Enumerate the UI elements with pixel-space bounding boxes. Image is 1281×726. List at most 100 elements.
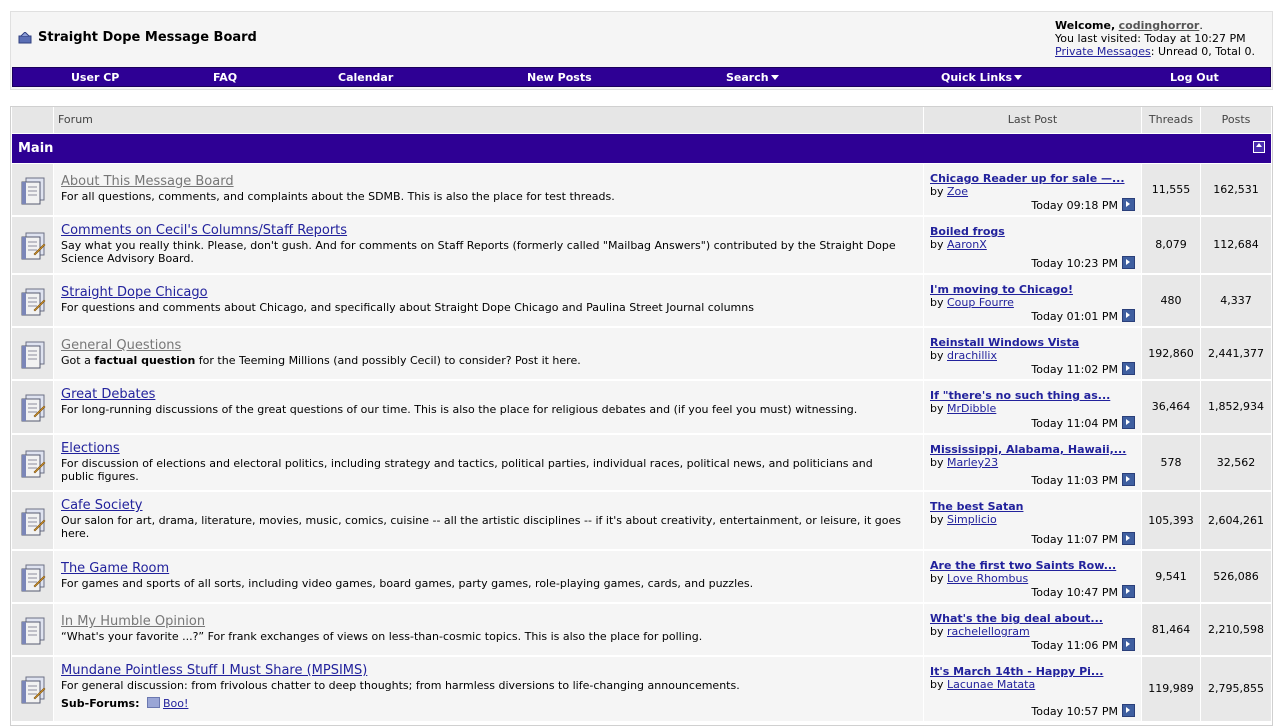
subforum-link[interactable]: Boo! <box>163 697 188 710</box>
nav-user-cp[interactable]: User CP <box>71 71 119 84</box>
nav-calendar[interactable]: Calendar <box>338 71 393 84</box>
nav-search[interactable]: Search <box>726 71 779 84</box>
last-post-title-link[interactable]: Mississippi, Alabama, Hawaii,... <box>930 443 1126 456</box>
last-post-title-link[interactable]: I'm moving to Chicago! <box>930 283 1073 296</box>
last-post-title-link[interactable]: Reinstall Windows Vista <box>930 336 1079 349</box>
by-label: by <box>930 625 944 638</box>
go-to-last-post-icon[interactable] <box>1122 585 1135 598</box>
go-to-last-post-icon[interactable] <box>1122 638 1135 651</box>
forum-row: General Questions Got a factual question… <box>12 328 1271 381</box>
go-to-last-post-icon[interactable] <box>1122 532 1135 545</box>
forum-title-link[interactable]: In My Humble Opinion <box>61 614 205 629</box>
category-bar: Main <box>12 134 1271 163</box>
forum-title-link[interactable]: About This Message Board <box>61 174 234 189</box>
last-post-time-text: Today 10:23 PM <box>1031 257 1118 270</box>
chevron-down-icon <box>770 75 779 80</box>
last-post-author-link[interactable]: Simplicio <box>947 513 997 526</box>
go-to-last-post-icon[interactable] <box>1122 473 1135 486</box>
forum-row: About This Message Board For all questio… <box>12 164 1271 217</box>
threads-cell: 105,393 <box>1142 492 1201 549</box>
nav-new-posts[interactable]: New Posts <box>527 71 592 84</box>
go-to-last-post-icon[interactable] <box>1122 416 1135 429</box>
last-post-author-link[interactable]: Coup Fourre <box>947 296 1014 309</box>
last-post-author-link[interactable]: Lacunae Matata <box>947 678 1035 691</box>
last-post-title-link[interactable]: If "there's no such thing as... <box>930 389 1110 402</box>
posts-cell: 1,852,934 <box>1201 381 1271 433</box>
thread-count: 119,989 <box>1148 682 1194 695</box>
forum-status-cell <box>12 657 54 721</box>
forum-info-cell: In My Humble Opinion “What's your favori… <box>54 604 924 655</box>
last-post-author-link[interactable]: rachelellogram <box>947 625 1030 638</box>
last-post-title-link[interactable]: The best Satan <box>930 500 1023 513</box>
forum-status-cell <box>12 328 54 379</box>
last-post-author: by AaronX <box>930 238 987 251</box>
forum-title-link[interactable]: Great Debates <box>61 387 155 402</box>
nav-faq[interactable]: FAQ <box>213 71 237 84</box>
last-post-time: Today 10:47 PM <box>1031 585 1135 599</box>
forum-title-link[interactable]: General Questions <box>61 338 181 353</box>
nav-log-out[interactable]: Log Out <box>1170 71 1219 84</box>
thread-count: 9,541 <box>1155 570 1187 583</box>
forum-info-cell: Great Debates For long-running discussio… <box>54 381 924 433</box>
forum-description-wrap: For long-running discussions of the grea… <box>61 403 909 416</box>
forum-read-icon <box>21 617 45 645</box>
forum-title-link[interactable]: Comments on Cecil's Columns/Staff Report… <box>61 223 347 238</box>
go-to-last-post-icon[interactable] <box>1122 309 1135 322</box>
last-post-author-link[interactable]: AaronX <box>947 238 987 251</box>
last-post-author-link[interactable]: Zoe <box>947 185 968 198</box>
last-post-time: Today 11:03 PM <box>1031 473 1135 487</box>
forum-info-cell: The Game Room For games and sports of al… <box>54 551 924 602</box>
forum-info-cell: Cafe Society Our salon for art, drama, l… <box>54 492 924 549</box>
go-to-last-post-icon[interactable] <box>1122 362 1135 375</box>
last-post-title-link[interactable]: Boiled frogs <box>930 225 1005 238</box>
last-post-author-link[interactable]: Love Rhombus <box>947 572 1028 585</box>
posts-cell: 32,562 <box>1201 435 1271 490</box>
forum-title-link[interactable]: Elections <box>61 441 120 456</box>
last-post-author-link[interactable]: MrDibble <box>947 402 996 415</box>
forum-description-wrap: Say what you really think. Please, don't… <box>61 239 909 265</box>
nav-search-label: Search <box>726 71 769 84</box>
last-post-title-link[interactable]: Are the first two Saints Row... <box>930 559 1116 572</box>
posts-cell: 2,441,377 <box>1201 328 1271 379</box>
go-to-last-post-icon[interactable] <box>1122 198 1135 211</box>
username-link[interactable]: codinghorror <box>1119 19 1200 32</box>
last-post-title-link[interactable]: It's March 14th - Happy Pi... <box>930 665 1103 678</box>
last-post-title-link[interactable]: What's the big deal about... <box>930 612 1103 625</box>
forum-info-cell: Elections For discussion of elections an… <box>54 435 924 490</box>
forum-title-link[interactable]: Mundane Pointless Stuff I Must Share (MP… <box>61 663 367 678</box>
threads-cell: 192,860 <box>1142 328 1201 379</box>
by-label: by <box>930 402 944 415</box>
last-post-time-text: Today 11:03 PM <box>1031 474 1118 487</box>
last-post-time-text: Today 09:18 PM <box>1031 199 1118 212</box>
private-messages-link[interactable]: Private Messages <box>1055 45 1151 58</box>
forum-title-link[interactable]: The Game Room <box>61 561 169 576</box>
last-post-time: Today 09:18 PM <box>1031 198 1135 212</box>
forum-row: Great Debates For long-running discussio… <box>12 381 1271 435</box>
forum-description-wrap: Our salon for art, drama, literature, mo… <box>61 514 909 540</box>
last-post-author: by Simplicio <box>930 513 997 526</box>
forum-read-icon <box>21 177 45 205</box>
thread-count: 105,393 <box>1148 514 1194 527</box>
by-label: by <box>930 678 944 691</box>
forum-title-link[interactable]: Straight Dope Chicago <box>61 285 208 300</box>
last-post-author-link[interactable]: drachillix <box>947 349 997 362</box>
last-post-cell: Mississippi, Alabama, Hawaii,... by Marl… <box>924 435 1142 490</box>
by-label: by <box>930 238 944 251</box>
last-post-author-link[interactable]: Marley23 <box>947 456 998 469</box>
forum-title-link[interactable]: Cafe Society <box>61 498 143 513</box>
post-count: 2,795,855 <box>1208 682 1264 695</box>
last-post-author: by rachelellogram <box>930 625 1030 638</box>
go-to-last-post-icon[interactable] <box>1122 256 1135 269</box>
post-count: 1,852,934 <box>1208 400 1264 413</box>
forum-row: Elections For discussion of elections an… <box>12 435 1271 492</box>
threads-cell: 119,989 <box>1142 657 1201 721</box>
go-to-last-post-icon[interactable] <box>1122 704 1135 717</box>
forum-info-cell: General Questions Got a factual question… <box>54 328 924 379</box>
forum-info-cell: Mundane Pointless Stuff I Must Share (MP… <box>54 657 924 721</box>
last-post-cell: If "there's no such thing as... by MrDib… <box>924 381 1142 433</box>
nav-quick-links[interactable]: Quick Links <box>941 71 1023 84</box>
collapse-icon[interactable] <box>1253 141 1265 153</box>
col-head-threads: Threads <box>1142 107 1201 133</box>
last-post-title-link[interactable]: Chicago Reader up for sale —... <box>930 172 1125 185</box>
forum-description-wrap: “What's your favorite ...?” For frank ex… <box>61 630 909 643</box>
